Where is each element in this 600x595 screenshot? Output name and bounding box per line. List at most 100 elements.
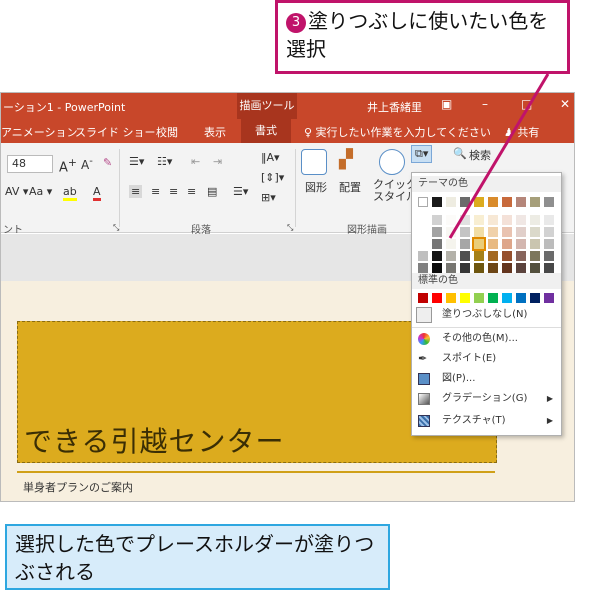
shape-fill-icon[interactable]: ⧉▾ [411,145,433,163]
color-swatch[interactable] [472,237,486,251]
color-swatch[interactable] [516,227,526,237]
decrease-indent-icon[interactable]: ⇤ [191,155,200,168]
color-swatch[interactable] [446,239,456,249]
standard-color-swatch[interactable] [432,293,442,303]
text-direction-icon[interactable]: ‖A▾ [261,151,280,164]
bullets-icon[interactable]: ☰▾ [129,155,144,168]
color-swatch[interactable] [446,227,456,237]
char-spacing-icon[interactable]: AV ▾ [5,185,28,198]
color-swatch[interactable] [516,251,526,261]
search-icon[interactable]: 🔍 [453,147,467,160]
ribbon-display-icon[interactable]: ▣ [441,97,452,111]
color-swatch[interactable] [530,263,540,273]
color-swatch[interactable] [460,239,470,249]
tab-format[interactable]: 書式 [241,119,291,143]
align-left-icon[interactable]: ≡ [129,185,143,198]
standard-color-swatch[interactable] [544,293,554,303]
eyedropper-item[interactable]: ✒ スポイト(E) [412,349,561,369]
color-swatch[interactable] [516,263,526,273]
color-swatch[interactable] [544,263,554,273]
increase-indent-icon[interactable]: ⇥ [213,155,222,168]
color-swatch[interactable] [502,263,512,273]
tab-review[interactable]: 校閲 [156,124,178,140]
minimize-button[interactable]: – [482,97,488,111]
color-swatch[interactable] [460,263,470,273]
standard-color-swatch[interactable] [488,293,498,303]
standard-color-swatch[interactable] [446,293,456,303]
close-button[interactable]: ✕ [560,97,570,111]
font-size-box[interactable]: 48 [7,155,53,173]
tab-slideshow[interactable]: スライド ショー [75,124,156,140]
color-swatch[interactable] [544,227,554,237]
align-center-icon[interactable]: ≡ [151,185,160,198]
standard-color-swatch[interactable] [474,293,484,303]
color-swatch[interactable] [488,215,498,225]
color-swatch[interactable] [474,197,484,207]
shrink-font-icon[interactable]: A- [81,156,93,172]
color-swatch[interactable] [418,251,428,261]
share-button[interactable]: ♟ 共有 [504,124,539,140]
align-text-icon[interactable]: [⇕]▾ [261,171,284,184]
color-swatch[interactable] [432,239,442,249]
color-swatch[interactable] [502,251,512,261]
color-swatch[interactable] [530,197,540,207]
tab-view[interactable]: 表示 [204,124,226,140]
color-swatch[interactable] [530,227,540,237]
color-swatch[interactable] [516,197,526,207]
more-colors-item[interactable]: その他の色(M)... [412,329,561,349]
color-swatch[interactable] [446,251,456,261]
change-case-icon[interactable]: Aa ▾ [29,185,52,198]
color-swatch[interactable] [460,215,470,225]
distributed-icon[interactable]: ▤ [207,185,217,198]
color-swatch[interactable] [544,251,554,261]
paragraph-dialog-launcher[interactable]: ⤡ [287,223,293,233]
standard-color-swatch[interactable] [530,293,540,303]
color-swatch[interactable] [530,215,540,225]
justify-icon[interactable]: ≡ [187,185,196,198]
color-swatch[interactable] [432,263,442,273]
color-swatch[interactable] [544,197,554,207]
color-swatch[interactable] [418,239,428,249]
font-color-icon[interactable]: A [93,185,101,201]
color-swatch[interactable] [446,197,456,207]
no-fill-item[interactable]: 塗りつぶしなし(N) [412,305,561,325]
color-swatch[interactable] [474,251,484,261]
color-swatch[interactable] [432,251,442,261]
color-swatch[interactable] [516,215,526,225]
standard-color-swatch[interactable] [460,293,470,303]
color-swatch[interactable] [544,215,554,225]
gradient-item[interactable]: グラデーション(G) ▶ [412,389,561,409]
arrange-icon[interactable]: ▞ [339,149,353,170]
color-swatch[interactable] [502,197,512,207]
standard-color-swatch[interactable] [516,293,526,303]
clear-format-icon[interactable]: ✎ [103,156,112,169]
color-swatch[interactable] [530,251,540,261]
color-swatch[interactable] [460,227,470,237]
color-swatch[interactable] [446,263,456,273]
color-swatch[interactable] [502,227,512,237]
color-swatch[interactable] [488,263,498,273]
tab-animation[interactable]: アニメーション [1,124,78,140]
standard-color-swatch[interactable] [418,293,428,303]
numbering-icon[interactable]: ☷▾ [157,155,172,168]
color-swatch[interactable] [544,239,554,249]
color-swatch[interactable] [530,239,540,249]
highlight-icon[interactable]: ab [63,185,77,201]
slide-subtitle[interactable]: 単身者プランのご案内 [23,479,133,495]
user-name[interactable]: 井上香緒里 [367,99,422,115]
color-swatch[interactable] [488,227,498,237]
color-swatch[interactable] [418,263,428,273]
color-swatch[interactable] [502,239,512,249]
quick-styles-icon[interactable] [379,149,405,175]
color-swatch[interactable] [502,215,512,225]
picture-item[interactable]: 図(P)... [412,369,561,389]
shapes-icon[interactable] [301,149,327,175]
color-swatch[interactable] [432,197,442,207]
color-swatch[interactable] [488,197,498,207]
smartart-icon[interactable]: ⊞▾ [261,191,276,204]
search-label[interactable]: 検索 [469,147,491,163]
color-swatch[interactable] [474,215,484,225]
color-swatch[interactable] [488,251,498,261]
color-swatch[interactable] [418,227,428,237]
color-swatch[interactable] [446,215,456,225]
